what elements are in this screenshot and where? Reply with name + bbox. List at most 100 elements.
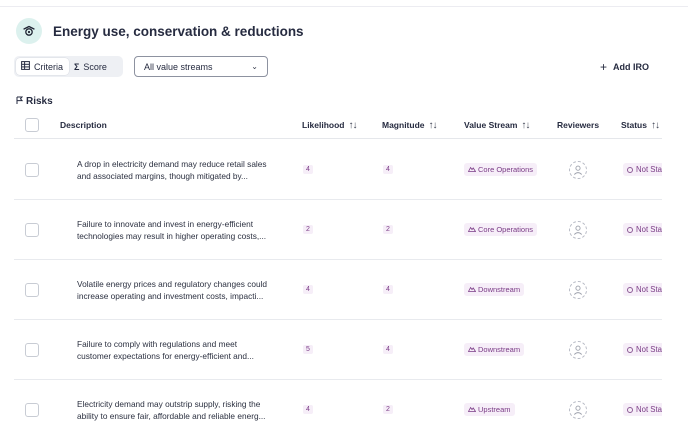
add-reviewer-icon[interactable] [569, 340, 587, 359]
score-label: Score [83, 61, 107, 72]
value-stream-badge: Core Operations [464, 163, 538, 176]
risks-table: Description Likelihood ↑↓ Magnitude ↑↓ V… [14, 112, 662, 437]
value-stream-select[interactable]: All value streams ⌄ [134, 56, 268, 77]
section-title: Risks [16, 96, 53, 107]
row-description: A drop in electricity demand may reduce … [77, 158, 289, 182]
table-row[interactable]: Failure to comply with regulations and m… [14, 320, 662, 380]
row-description-line: Electricity demand may outstrip supply, … [77, 398, 261, 409]
column-likelihood[interactable]: Likelihood ↑↓ [302, 112, 358, 138]
table-row[interactable]: A drop in electricity demand may reduce … [14, 140, 662, 200]
add-reviewer-icon[interactable] [569, 400, 587, 419]
sort-icon[interactable]: ↑↓ [349, 120, 358, 131]
row-description: Electricity demand may outstrip supply, … [77, 398, 289, 422]
column-status[interactable]: Status ↑↓ [621, 112, 660, 138]
likelihood-cell: 4 [303, 380, 313, 437]
status-label: Not Sta [636, 285, 662, 294]
eye-chevron-icon [16, 18, 42, 44]
row-checkbox[interactable] [25, 342, 39, 357]
row-description-line: Failure to comply with regulations and m… [77, 338, 238, 349]
status-cell: Not Sta [623, 380, 662, 437]
row-description-line: customer expectations for energy-efficie… [77, 350, 254, 361]
status-badge[interactable]: Not Sta [623, 343, 662, 356]
value-stream-label: Core Operations [478, 165, 534, 174]
section-title-label: Risks [26, 96, 53, 107]
row-description-line: A drop in electricity demand may reduce … [77, 158, 267, 169]
likelihood-value: 2 [303, 225, 313, 234]
top-divider [0, 6, 688, 7]
status-badge[interactable]: Not Sta [623, 283, 662, 296]
criteria-tab[interactable]: Criteria [16, 58, 69, 75]
value-stream-cell: Downstream [464, 320, 525, 379]
magnitude-value: 4 [383, 165, 393, 174]
magnitude-cell: 4 [383, 140, 393, 199]
page-title: Energy use, conservation & reductions [53, 23, 304, 39]
row-description-line: Failure to innovate and invest in energy… [77, 218, 254, 229]
status-dot-icon [627, 226, 633, 233]
column-likelihood-label: Likelihood [302, 120, 345, 130]
status-dot-icon [627, 166, 633, 173]
row-description-line: Volatile energy prices and regulatory ch… [77, 278, 268, 289]
add-iro-button[interactable]: + Add IRO [600, 56, 649, 77]
sort-icon[interactable]: ↑↓ [651, 120, 660, 131]
value-stream-cell: Downstream [464, 260, 525, 319]
status-cell: Not Sta [623, 320, 662, 379]
column-magnitude[interactable]: Magnitude ↑↓ [382, 112, 438, 138]
row-checkbox[interactable] [25, 222, 39, 237]
row-checkbox[interactable] [25, 282, 39, 297]
table-icon [21, 61, 30, 72]
row-description-line: ability to ensure fair, affordable and r… [77, 410, 266, 421]
add-reviewer-icon[interactable] [569, 280, 587, 299]
value-stream-cell: Core Operations [464, 140, 538, 199]
table-row[interactable]: Electricity demand may outstrip supply, … [14, 380, 662, 437]
view-toggle: Criteria Σ Score [14, 56, 123, 77]
magnitude-cell: 4 [383, 260, 393, 319]
select-all-checkbox[interactable] [25, 118, 39, 132]
description-cell: Failure to innovate and invest in energy… [77, 200, 289, 259]
reviewers-cell [569, 200, 587, 259]
status-cell: Not Sta [623, 140, 662, 199]
row-checkbox[interactable] [25, 162, 39, 177]
row-select-cell [25, 140, 39, 199]
value-stream-select-value: All value streams [144, 61, 213, 72]
likelihood-value: 4 [303, 405, 313, 414]
value-stream-cell: Core Operations [464, 200, 538, 259]
score-tab[interactable]: Σ Score [69, 58, 112, 75]
description-cell: Electricity demand may outstrip supply, … [77, 380, 289, 437]
likelihood-value: 4 [303, 285, 313, 294]
value-stream-label: Upstream [478, 405, 511, 414]
sort-icon[interactable]: ↑↓ [429, 120, 438, 131]
table-row[interactable]: Volatile energy prices and regulatory ch… [14, 260, 662, 320]
page-header: Energy use, conservation & reductions [16, 17, 304, 45]
value-stream-label: Downstream [478, 285, 521, 294]
magnitude-cell: 2 [383, 200, 393, 259]
row-checkbox[interactable] [25, 402, 39, 417]
column-magnitude-label: Magnitude [382, 120, 425, 130]
row-description: Volatile energy prices and regulatory ch… [77, 278, 289, 302]
description-cell: A drop in electricity demand may reduce … [77, 140, 289, 199]
column-value-stream[interactable]: Value Stream ↑↓ [464, 112, 530, 138]
status-badge[interactable]: Not Sta [623, 163, 662, 176]
magnitude-cell: 2 [383, 380, 393, 437]
value-stream-label: Downstream [478, 345, 521, 354]
table-row[interactable]: Failure to innovate and invest in energy… [14, 200, 662, 260]
status-label: Not Sta [636, 165, 662, 174]
likelihood-cell: 5 [303, 320, 313, 379]
likelihood-value: 5 [303, 345, 313, 354]
row-description: Failure to comply with regulations and m… [77, 338, 289, 362]
value-stream-badge: Downstream [464, 343, 525, 356]
column-description: Description [60, 112, 107, 138]
add-reviewer-icon[interactable] [569, 220, 587, 239]
reviewers-cell [569, 260, 587, 319]
toolbar: Criteria Σ Score All value streams ⌄ + A… [14, 56, 674, 77]
value-stream-badge: Upstream [464, 403, 515, 416]
add-reviewer-icon[interactable] [569, 160, 587, 179]
value-stream-cell: Upstream [464, 380, 515, 437]
mountain-icon [467, 346, 477, 354]
sort-icon[interactable]: ↑↓ [521, 120, 530, 131]
reviewers-cell [569, 320, 587, 379]
status-badge[interactable]: Not Sta [623, 223, 662, 236]
value-stream-label: Core Operations [478, 225, 534, 234]
status-badge[interactable]: Not Sta [623, 403, 662, 416]
status-cell: Not Sta [623, 260, 662, 319]
description-cell: Failure to comply with regulations and m… [77, 320, 289, 379]
